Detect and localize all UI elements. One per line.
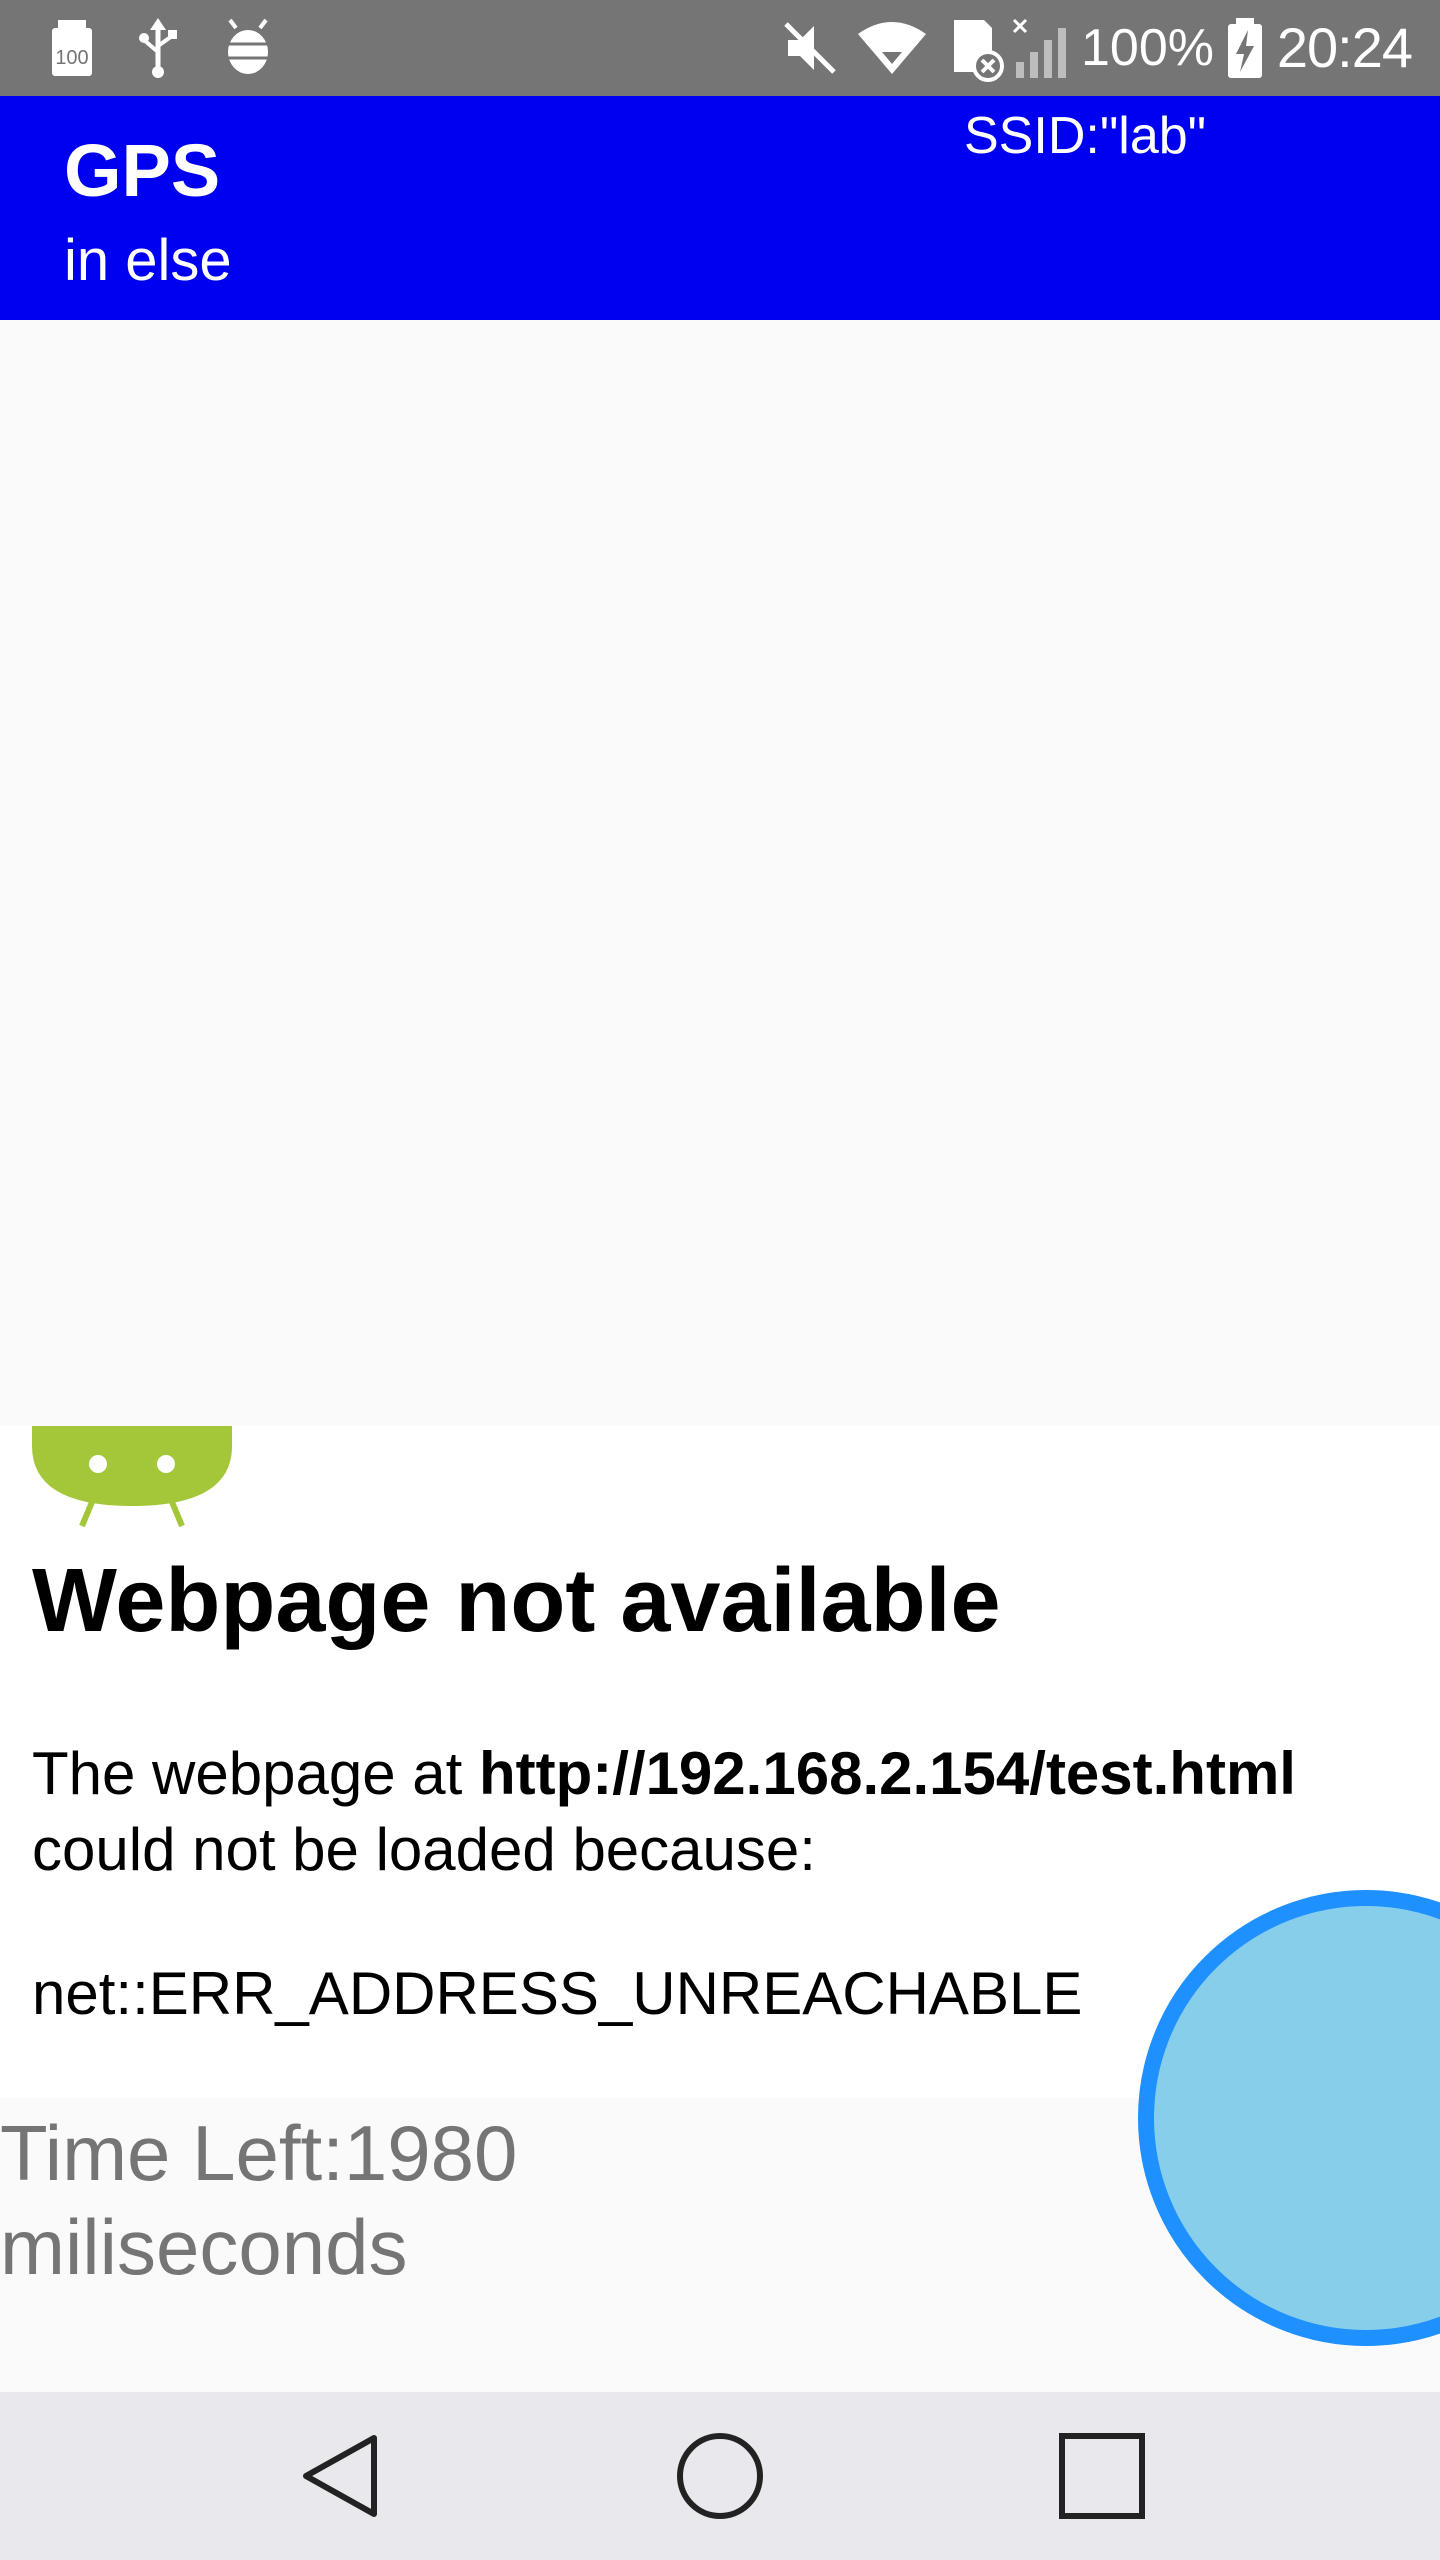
usb-icon: [136, 18, 180, 83]
clock: 20:24: [1276, 16, 1413, 79]
app-title: GPS: [64, 129, 221, 212]
status-bar: 100 100% 20:24: [0, 0, 1440, 96]
app-subtitle: in else: [64, 228, 232, 293]
error-heading: Webpage not available: [32, 1551, 1001, 1651]
error-message-suffix: could not be loaded because:: [32, 1816, 816, 1883]
battery-percent: 100%: [1081, 19, 1214, 77]
sd-card-icon: [944, 18, 1006, 87]
app-bar: GPS in else SSID:"lab": [0, 96, 1440, 320]
mute-icon: [780, 18, 840, 83]
android-robot-icon: [32, 1426, 232, 1535]
time-left-text: Time Left:1980 miliseconds: [0, 2109, 518, 2291]
screen: 100 100% 20:24 GPS in else SSID:"lab" We…: [0, 0, 1440, 2560]
navigation-bar: [0, 2392, 1440, 2560]
error-url: http://192.168.2.154/test.html: [478, 1740, 1296, 1807]
android-debug-icon: [220, 18, 276, 83]
home-icon[interactable]: [670, 2426, 770, 2526]
svg-text:100: 100: [55, 47, 88, 69]
no-signal-icon: [1012, 18, 1072, 85]
recents-icon[interactable]: [1052, 2426, 1152, 2526]
battery-charging-icon: [1226, 18, 1264, 85]
back-icon[interactable]: [290, 2426, 390, 2526]
content-blank-area: [0, 320, 1440, 1426]
ssid-label: SSID:"lab": [964, 107, 1207, 165]
storage-100-icon: 100: [48, 18, 96, 83]
error-code: net::ERR_ADDRESS_UNREACHABLE: [32, 1960, 1083, 2027]
error-message-prefix: The webpage at: [32, 1740, 479, 1807]
error-message: The webpage at http://192.168.2.154/test…: [32, 1736, 1422, 1888]
wifi-icon: [856, 18, 928, 83]
